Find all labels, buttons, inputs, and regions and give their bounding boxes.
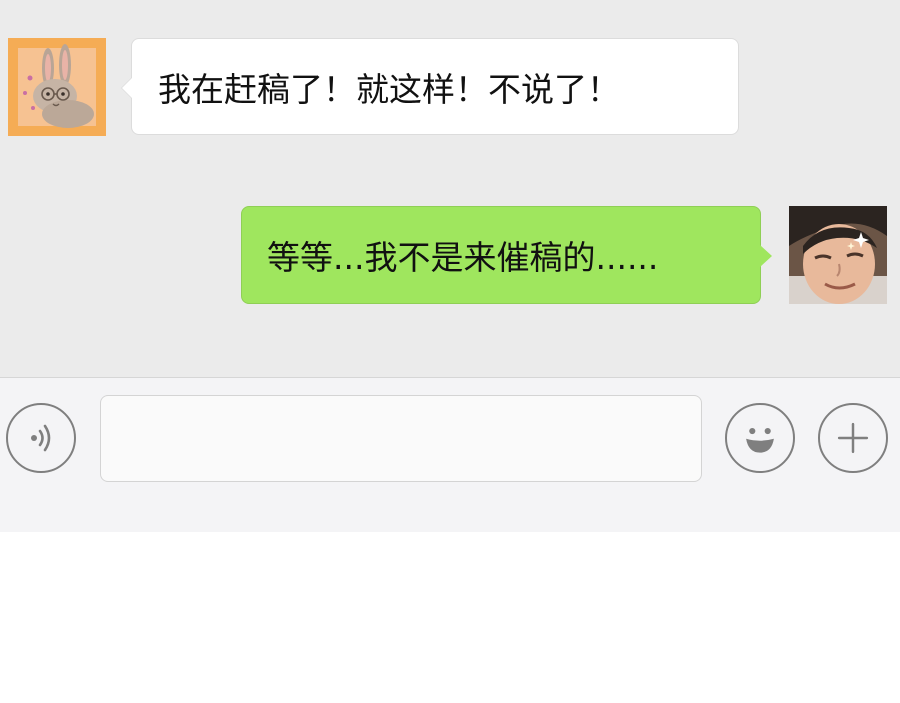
voice-icon	[31, 424, 51, 452]
contact-avatar[interactable]	[8, 38, 106, 136]
emoji-button[interactable]	[725, 403, 795, 473]
input-bar	[0, 377, 900, 532]
incoming-message-bubble[interactable]: 我在赶稿了！就这样！不说了！	[121, 38, 739, 135]
emoji-icon	[746, 427, 774, 453]
voice-button[interactable]	[6, 403, 76, 473]
incoming-message-text: 我在赶稿了！就这样！不说了！	[158, 69, 620, 109]
man-avatar-image	[789, 206, 887, 304]
user-avatar[interactable]	[789, 206, 887, 304]
more-button[interactable]	[818, 403, 888, 473]
blank-area	[0, 532, 900, 703]
rabbit-avatar-image	[8, 38, 106, 136]
plus-icon	[837, 422, 869, 454]
outgoing-message-text: 等等...我不是来催稿的......	[267, 238, 659, 277]
outgoing-message-bubble[interactable]: 等等...我不是来催稿的......	[241, 206, 772, 304]
message-input[interactable]	[101, 396, 701, 481]
message-input-box[interactable]	[100, 395, 702, 482]
chat-area: 我在赶稿了！就这样！不说了！ 等等...我不是来催稿的......	[0, 0, 900, 377]
